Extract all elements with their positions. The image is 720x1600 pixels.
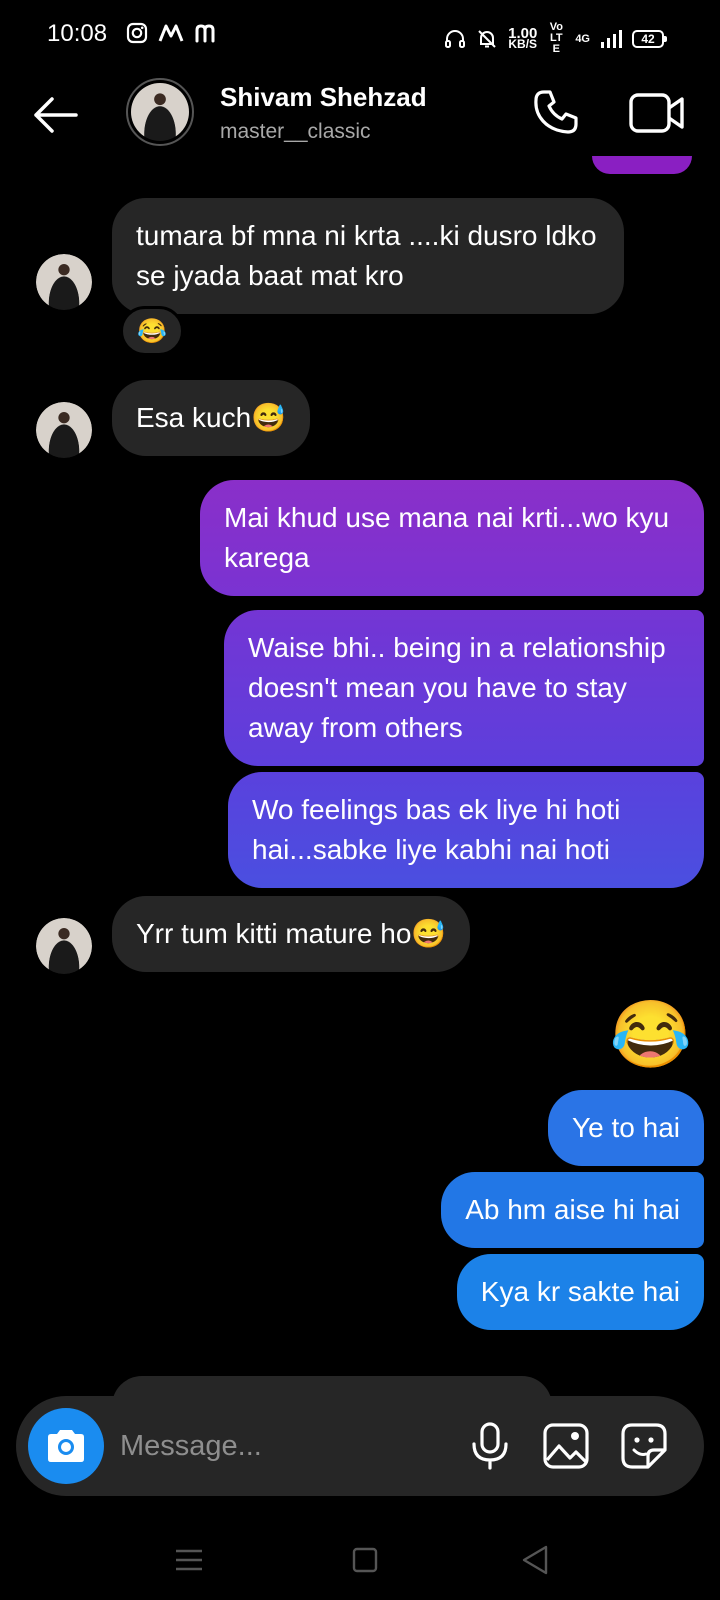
message-composer: [16, 1396, 704, 1496]
message-input[interactable]: [120, 1424, 440, 1468]
camera-icon: [48, 1430, 84, 1462]
volte-indicator: Vo LTE: [549, 21, 563, 55]
status-bar: 10:08 1.00 KB/S Vo LTE 4G 42: [0, 0, 720, 70]
status-time: 10:08: [47, 20, 108, 47]
camera-button[interactable]: [28, 1408, 104, 1484]
system-icons: 1.00 KB/S Vo LTE 4G 42: [444, 21, 667, 55]
system-back-button[interactable]: [518, 1542, 552, 1578]
message-reaction[interactable]: 😂: [120, 306, 184, 356]
outgoing-message[interactable]: Ye to hai: [548, 1090, 704, 1166]
back-button[interactable]: [30, 90, 80, 140]
video-camera-icon: [629, 93, 684, 133]
notification-icons: [126, 22, 220, 44]
triangle-back-icon: [522, 1545, 548, 1575]
bell-mute-icon: [478, 29, 496, 48]
instagram-icon: [126, 22, 148, 44]
sticker-button[interactable]: [618, 1420, 670, 1472]
microphone-icon: [472, 1422, 508, 1470]
outgoing-message[interactable]: Ab hm aise hi hai: [441, 1172, 704, 1248]
chat-header: Shivam Shehzad master__classic: [0, 70, 720, 162]
battery-indicator: 42: [632, 29, 667, 48]
menu-icon: [176, 1549, 202, 1571]
signal-icon: [601, 29, 622, 48]
contact-handle[interactable]: master__classic: [220, 120, 371, 144]
square-icon: [352, 1547, 378, 1573]
system-nav-bar: [0, 1520, 720, 1600]
contact-avatar[interactable]: [126, 78, 194, 146]
incoming-message[interactable]: tumara bf mna ni krta ....ki dusro ldko …: [112, 198, 624, 314]
audio-call-button[interactable]: [530, 86, 582, 138]
incoming-message[interactable]: Esa kuch😅: [112, 380, 311, 456]
message-thread[interactable]: tumara bf mna ni krta ....ki dusro ldko …: [0, 156, 720, 1372]
myntra-icon: [158, 24, 184, 42]
home-button[interactable]: [348, 1542, 382, 1578]
outgoing-message[interactable]: Waise bhi.. being in a relationship does…: [224, 610, 704, 766]
incoming-message[interactable]: Yrr tum kitti mature ho😅: [112, 896, 471, 972]
outgoing-message[interactable]: Mai khud use mana nai krti...wo kyu kare…: [200, 480, 704, 596]
headphones-icon: [445, 29, 466, 48]
video-call-button[interactable]: [628, 88, 686, 138]
image-icon: [543, 1423, 589, 1469]
voice-message-button[interactable]: [464, 1420, 516, 1472]
m-app-icon: [195, 24, 215, 43]
contact-name[interactable]: Shivam Shehzad: [220, 82, 427, 113]
outgoing-message[interactable]: Kya kr sakte hai: [456, 1254, 704, 1330]
arrow-left-icon: [34, 97, 78, 133]
net-speed: 1.00 KB/S: [508, 24, 538, 51]
previous-message-edge: [592, 156, 692, 174]
recents-button[interactable]: [172, 1542, 206, 1578]
sender-avatar[interactable]: [36, 254, 92, 310]
phone-icon: [534, 90, 578, 134]
sticker-icon: [621, 1423, 667, 1469]
network-type: 4G: [575, 32, 590, 45]
gallery-button[interactable]: [540, 1420, 592, 1472]
sender-avatar[interactable]: [36, 402, 92, 458]
emoji-message[interactable]: 😂: [610, 998, 692, 1070]
outgoing-message[interactable]: Wo feelings bas ek liye hi hoti hai...sa…: [228, 772, 704, 888]
sender-avatar[interactable]: [36, 918, 92, 974]
